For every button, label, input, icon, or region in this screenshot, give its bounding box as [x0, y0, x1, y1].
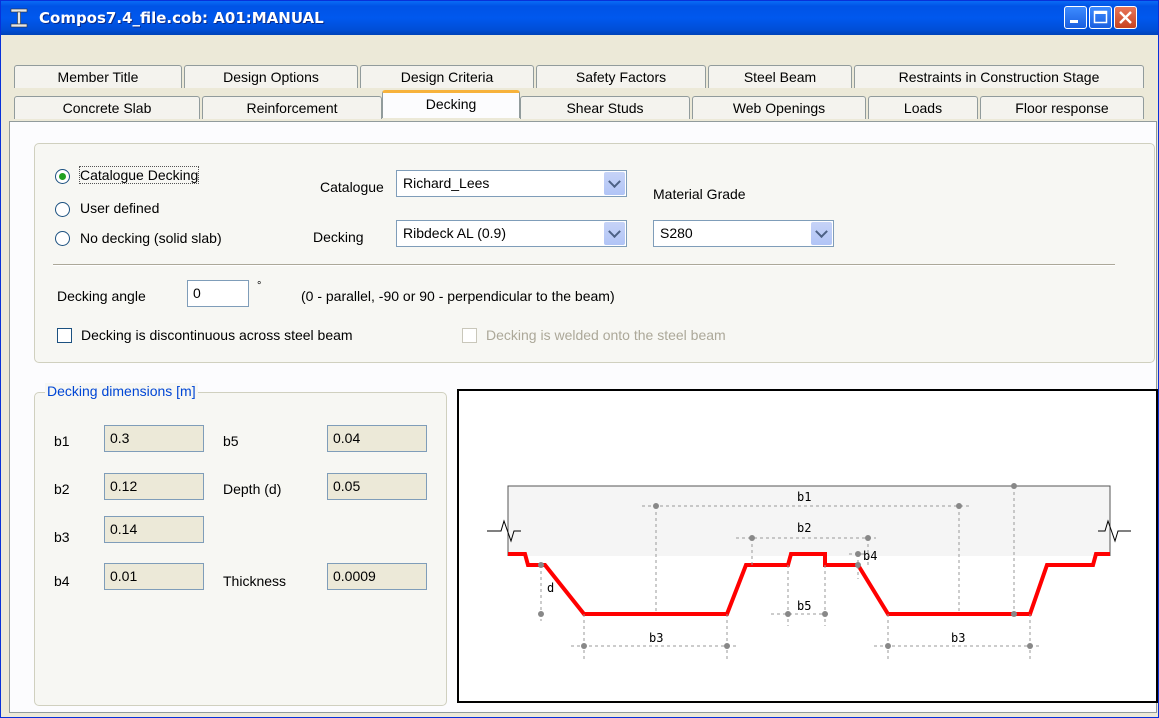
separator [53, 264, 1115, 266]
catalogue-value: Richard_Lees [403, 175, 490, 191]
b3-label: b3 [54, 529, 70, 545]
title-bar[interactable]: Compos7.4_file.cob: A01:MANUAL [1, 1, 1158, 35]
decking-dimensions-title: Decking dimensions [m] [45, 383, 198, 399]
discontinuous-checkbox[interactable] [57, 328, 72, 343]
decking-profile-diagram: b1 b2 b4 b5 d b3 b3 [457, 389, 1158, 703]
material-grade-label: Material Grade [653, 186, 746, 202]
window-title: Compos7.4_file.cob: A01:MANUAL [39, 9, 324, 27]
welded-label: Decking is welded onto the steel beam [486, 327, 726, 343]
close-icon [1119, 11, 1132, 24]
chevron-down-icon[interactable] [604, 222, 625, 245]
user-defined-radio[interactable] [55, 202, 70, 217]
thickness-label: Thickness [223, 573, 287, 589]
b4-field: 0.01 [104, 563, 204, 590]
depth-label: Depth (d) [223, 481, 282, 497]
decking-value: Ribdeck AL (0.9) [403, 225, 506, 241]
material-grade-select[interactable]: S280 [653, 220, 834, 247]
label-d: d [547, 581, 554, 595]
b3-field: 0.14 [104, 516, 204, 543]
radio-selected-dot [59, 173, 66, 180]
tab-loads[interactable]: Loads [868, 96, 978, 119]
tab-design-criteria[interactable]: Design Criteria [360, 65, 534, 88]
catalogue-label: Catalogue [320, 179, 384, 195]
welded-checkbox[interactable] [462, 328, 477, 343]
decking-angle-input[interactable]: 0 [187, 280, 249, 307]
decking-angle-hint: (0 - parallel, -90 or 90 - perpendicular… [301, 288, 615, 304]
tab-concrete-slab[interactable]: Concrete Slab [14, 96, 200, 119]
b2-field: 0.12 [104, 473, 204, 500]
tab-design-options[interactable]: Design Options [184, 65, 358, 88]
maximize-button[interactable] [1089, 6, 1112, 29]
depth-field: 0.05 [327, 473, 427, 500]
catalogue-decking-label[interactable]: Catalogue Decking [78, 166, 200, 184]
minimize-button[interactable] [1064, 6, 1087, 29]
decking-label: Decking [313, 229, 364, 245]
tab-decking[interactable]: Decking [382, 90, 520, 118]
no-decking-radio[interactable] [55, 231, 70, 246]
application-window: Compos7.4_file.cob: A01:MANUAL Member Ti… [0, 0, 1159, 718]
chevron-down-icon[interactable] [811, 222, 832, 245]
chevron-down-icon[interactable] [604, 172, 625, 195]
label-b5: b5 [797, 599, 811, 613]
label-b3-right: b3 [951, 631, 965, 645]
tab-web-openings[interactable]: Web Openings [692, 96, 866, 119]
tab-floor-response[interactable]: Floor response [980, 96, 1144, 119]
catalogue-decking-radio[interactable] [55, 169, 70, 184]
tab-steel-beam[interactable]: Steel Beam [708, 65, 852, 88]
b1-field: 0.3 [104, 425, 204, 452]
decking-select[interactable]: Ribdeck AL (0.9) [396, 220, 627, 247]
label-b1: b1 [797, 490, 811, 504]
user-defined-label[interactable]: User defined [80, 200, 159, 216]
degree-unit: ° [257, 280, 262, 292]
b5-label: b5 [223, 433, 239, 449]
close-button[interactable] [1114, 6, 1137, 29]
thickness-field: 0.0009 [327, 563, 427, 590]
beam-icon [10, 8, 28, 28]
tab-restraints[interactable]: Restraints in Construction Stage [854, 65, 1144, 88]
maximize-icon [1093, 10, 1108, 24]
label-b3-left: b3 [649, 631, 663, 645]
tab-safety-factors[interactable]: Safety Factors [536, 65, 706, 88]
material-grade-value: S280 [660, 225, 693, 241]
tab-shear-studs[interactable]: Shear Studs [520, 96, 690, 119]
b4-label: b4 [54, 573, 70, 589]
tab-reinforcement[interactable]: Reinforcement [202, 96, 382, 119]
label-b4: b4 [863, 549, 877, 563]
minimize-icon [1070, 20, 1078, 23]
decking-angle-label: Decking angle [57, 288, 146, 304]
catalogue-select[interactable]: Richard_Lees [396, 170, 627, 197]
b1-label: b1 [54, 433, 70, 449]
tab-member-title[interactable]: Member Title [14, 65, 182, 88]
discontinuous-label[interactable]: Decking is discontinuous across steel be… [81, 327, 353, 343]
b5-field: 0.04 [327, 425, 427, 452]
b2-label: b2 [54, 481, 70, 497]
no-decking-label[interactable]: No decking (solid slab) [80, 230, 222, 246]
label-b2: b2 [797, 521, 811, 535]
